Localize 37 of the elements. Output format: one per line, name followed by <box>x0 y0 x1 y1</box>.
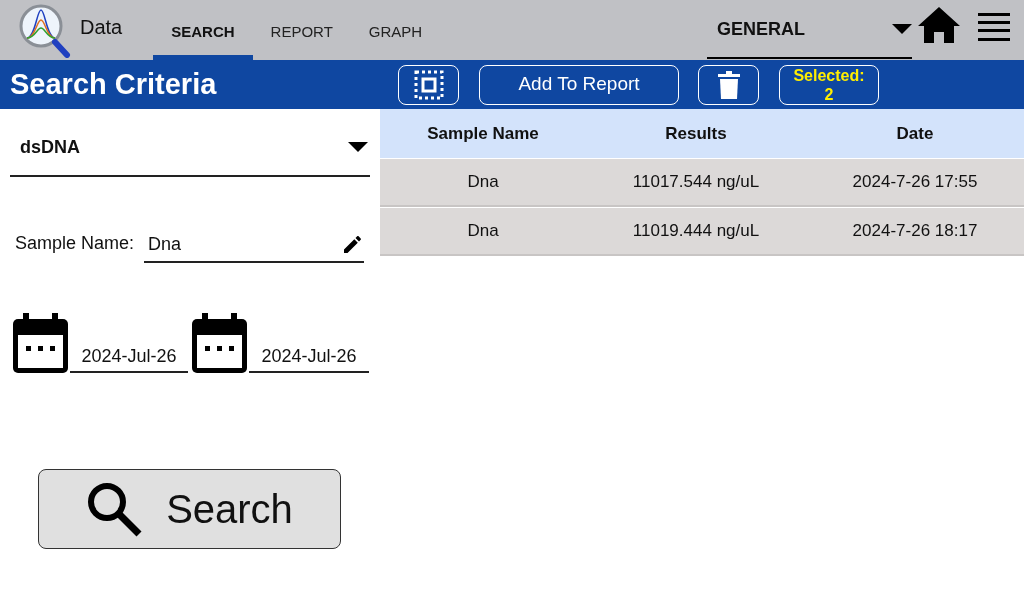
pencil-icon <box>344 235 363 253</box>
search-icon <box>86 481 143 537</box>
caret-down-icon <box>892 24 912 34</box>
start-date-field[interactable]: 2024-Jul-26 <box>70 343 188 373</box>
table-cell-text: 2024-7-26 17:55 <box>851 171 979 194</box>
column-header[interactable]: Date <box>806 120 1024 147</box>
selected-count-button[interactable]: Selected: 2 <box>779 64 879 105</box>
column-header[interactable]: Sample Name <box>380 120 586 147</box>
table-cell-text: 2024-7-26 18:17 <box>851 220 979 243</box>
table-cell-text: Dna <box>466 220 500 243</box>
end-date-field[interactable]: 2024-Jul-26 <box>249 343 369 373</box>
nav-tab[interactable]: GRAPH <box>350 0 441 60</box>
caret-down-icon <box>348 142 368 152</box>
sample-name-value: Dna <box>148 232 182 256</box>
table-row[interactable]: Dna 11017.544 ng/uL 2024-7-26 17:55 <box>380 159 1024 207</box>
sample-name-field[interactable]: Dna <box>144 227 365 263</box>
sample-name-label: Sample Name: <box>15 232 135 255</box>
calendar-icon[interactable] <box>13 313 68 373</box>
menu-icon[interactable] <box>978 13 1010 41</box>
toolbar-title: Search Criteria <box>10 66 218 102</box>
app-title: Data <box>80 15 123 40</box>
home-icon[interactable] <box>918 7 960 43</box>
select-all-icon <box>413 69 444 100</box>
delete-button[interactable] <box>698 64 759 105</box>
table-cell-text: 11017.544 ng/uL <box>631 171 761 194</box>
nav-tab[interactable]: REPORT <box>252 0 351 60</box>
add-to-report-button[interactable]: Add To Report <box>479 64 679 105</box>
table-cell-text: Dna <box>466 171 500 194</box>
calendar-icon[interactable] <box>192 313 247 373</box>
table-cell-text: 11019.444 ng/uL <box>631 220 761 243</box>
search-button[interactable]: Search <box>38 469 341 549</box>
assay-dropdown[interactable]: dsDNA <box>10 119 370 177</box>
magnifier-logo-icon <box>17 2 73 58</box>
select-all-button[interactable] <box>398 64 459 105</box>
trash-icon <box>717 70 740 99</box>
column-header[interactable]: Results <box>586 120 806 147</box>
table-row[interactable]: Dna 11019.444 ng/uL 2024-7-26 18:17 <box>380 208 1024 256</box>
